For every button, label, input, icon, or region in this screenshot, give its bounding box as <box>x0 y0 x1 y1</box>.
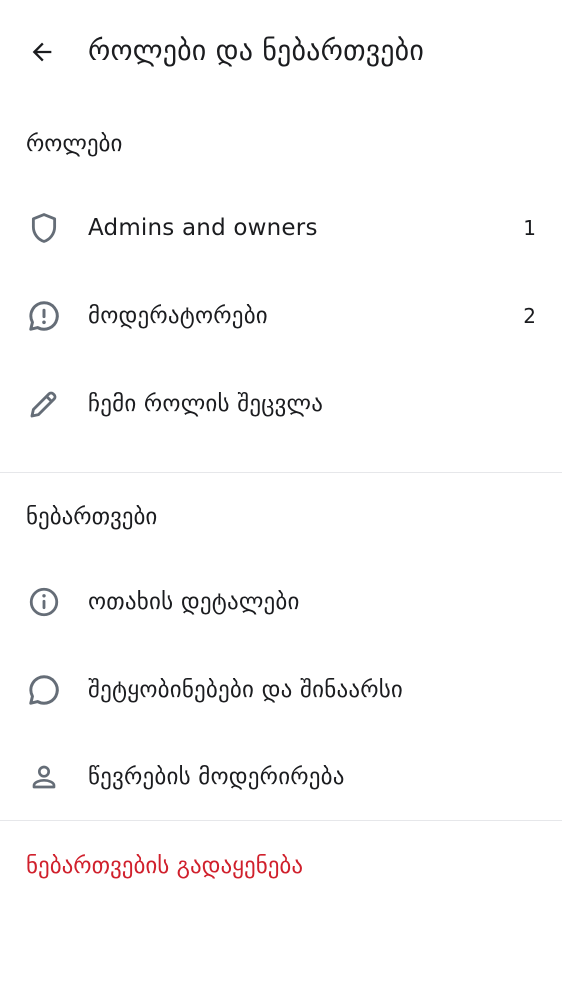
chat-bubble-icon <box>24 670 64 710</box>
roles-item-change-my-role[interactable]: ჩემი როლის შეცვლა <box>0 360 562 448</box>
roles-item-count: 1 <box>523 216 536 240</box>
alert-chat-icon <box>24 296 64 336</box>
pencil-icon <box>24 384 64 424</box>
arrow-left-icon <box>28 38 56 66</box>
section-divider <box>0 472 562 473</box>
roles-item-label: Admins and owners <box>88 215 318 241</box>
permissions-item-room-details[interactable]: ოთახის დეტალები <box>0 558 562 646</box>
roles-item-moderators[interactable]: მოდერატორები 2 <box>0 272 562 360</box>
permissions-section-title: ნებართვები <box>26 504 158 530</box>
roles-section-title: როლები <box>26 131 123 157</box>
roles-item-admins-owners[interactable]: Admins and owners 1 <box>0 184 562 272</box>
back-button[interactable] <box>20 30 64 74</box>
permissions-item-label: წევრების მოდერირება <box>88 764 345 790</box>
person-icon <box>24 757 64 797</box>
permissions-item-label: ოთახის დეტალები <box>88 589 300 615</box>
info-icon <box>24 582 64 622</box>
roles-item-count: 2 <box>523 304 536 328</box>
top-app-bar: როლები და ნებართვები <box>0 0 562 104</box>
roles-item-label: ჩემი როლის შეცვლა <box>88 391 324 417</box>
shield-icon <box>24 208 64 248</box>
page-title: როლები და ნებართვები <box>88 34 425 67</box>
permissions-item-messages-content[interactable]: შეტყობინებები და შინაარსი <box>0 646 562 734</box>
permissions-item-label: შეტყობინებები და შინაარსი <box>88 677 404 703</box>
reset-permissions-button[interactable]: ნებართვების გადაყენება <box>26 851 303 881</box>
roles-item-label: მოდერატორები <box>88 303 268 329</box>
permissions-item-member-moderation[interactable]: წევრების მოდერირება <box>0 733 562 821</box>
section-divider <box>0 820 562 821</box>
